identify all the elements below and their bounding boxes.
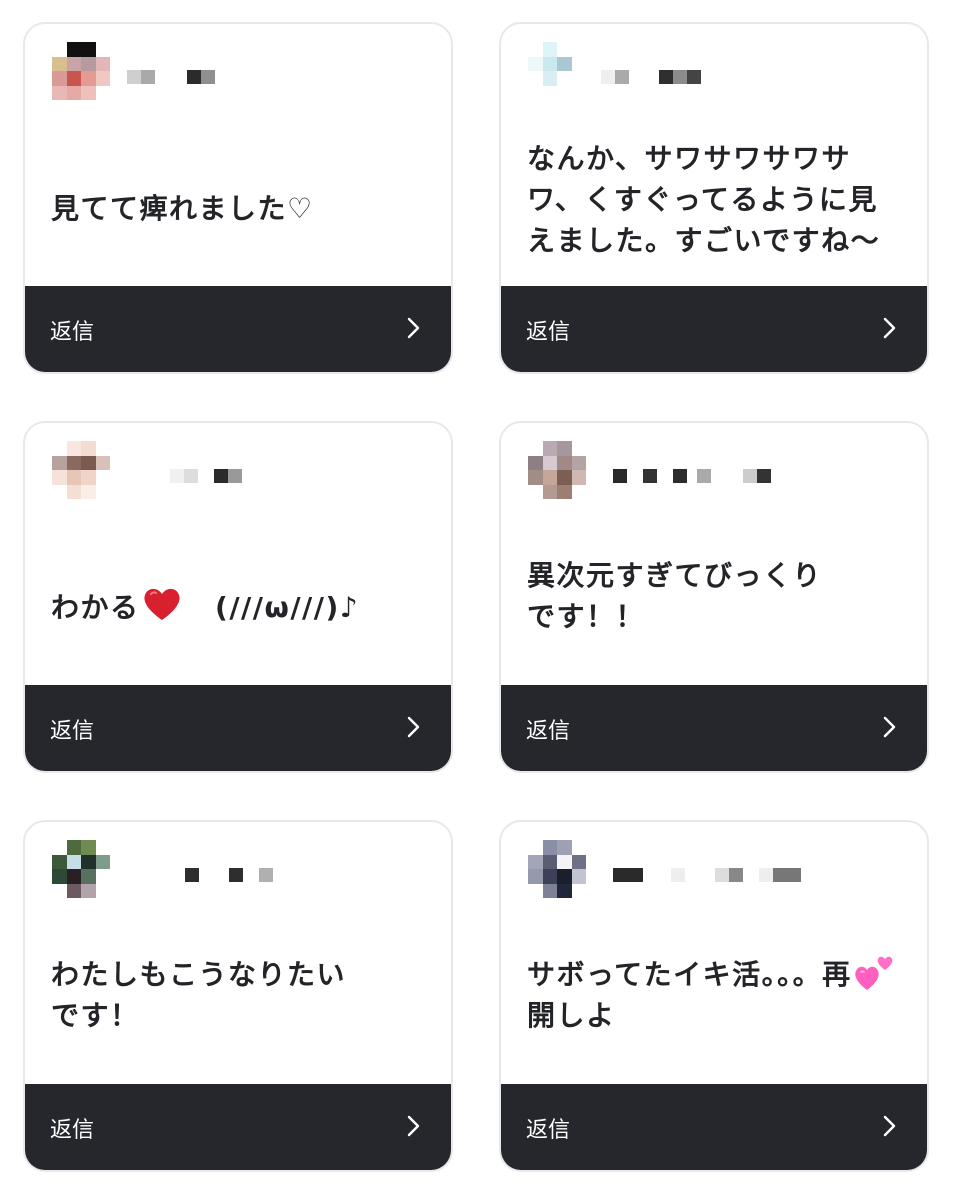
username-redacted [613, 469, 771, 483]
avatar[interactable] [52, 840, 110, 898]
username-redacted [127, 70, 215, 84]
comment-text: わたしもこうなりたい です！ [51, 958, 347, 1032]
comment-text-part: (///ω///)♪ [185, 590, 360, 624]
comment-text: 見てて痺れました♡ [51, 191, 314, 225]
comment-text: 異次元すぎてびっくり です！！ [527, 559, 823, 633]
avatar[interactable] [52, 441, 110, 499]
avatar[interactable] [528, 840, 586, 898]
two-hearts-icon [854, 956, 892, 990]
chevron-right-icon [883, 716, 896, 738]
comment-card: わたしもこうなりたい です！ 返信 [23, 820, 453, 1172]
reply-button[interactable]: 返信 [501, 286, 927, 372]
chevron-right-icon [883, 317, 896, 339]
reply-label: 返信 [526, 320, 571, 345]
comment-text: サボってたイキ活。。。再 開しよ [527, 926, 907, 1086]
avatar[interactable] [528, 441, 586, 499]
chevron-right-icon [407, 317, 420, 339]
comment-card: 異次元すぎてびっくり です！！ 返信 [499, 421, 929, 773]
comment-card: 見てて痺れました♡ 返信 [23, 22, 453, 374]
comment-card: なんか、サワサワサワサ ワ、くすぐってるように見 えました。すごいですね〜 返信 [499, 22, 929, 374]
chevron-right-icon [883, 1115, 896, 1137]
username-redacted [185, 868, 273, 882]
reply-label: 返信 [526, 1118, 571, 1143]
reply-label: 返信 [50, 1118, 95, 1143]
username-redacted [601, 70, 701, 84]
comment-card: わかる (///ω///)♪ 返信 [23, 421, 453, 773]
avatar[interactable] [52, 42, 110, 100]
comment-text: わかる (///ω///)♪ [51, 527, 431, 687]
reply-button[interactable]: 返信 [501, 1084, 927, 1170]
username-redacted [170, 469, 242, 483]
red-heart-icon [143, 588, 180, 620]
comment-text-part: わかる [51, 590, 140, 624]
reply-button[interactable]: 返信 [25, 1084, 451, 1170]
reply-button[interactable]: 返信 [25, 286, 451, 372]
comment-text: なんか、サワサワサワサ ワ、くすぐってるように見 えました。すごいですね〜 [527, 142, 881, 257]
reply-label: 返信 [526, 719, 571, 744]
reply-label: 返信 [50, 320, 95, 345]
comment-grid: 見てて痺れました♡ 返信 なんか、サワサワサワサ ワ、くすぐってるように見 えま… [0, 0, 953, 1200]
username-redacted [613, 868, 801, 882]
reply-button[interactable]: 返信 [501, 685, 927, 771]
avatar[interactable] [528, 42, 586, 100]
reply-button[interactable]: 返信 [25, 685, 451, 771]
chevron-right-icon [407, 1115, 420, 1137]
comment-text-part: サボってたイキ活。。。再 開しよ [527, 958, 852, 1032]
chevron-right-icon [407, 716, 420, 738]
comment-card: サボってたイキ活。。。再 開しよ 返信 [499, 820, 929, 1172]
reply-label: 返信 [50, 719, 95, 744]
